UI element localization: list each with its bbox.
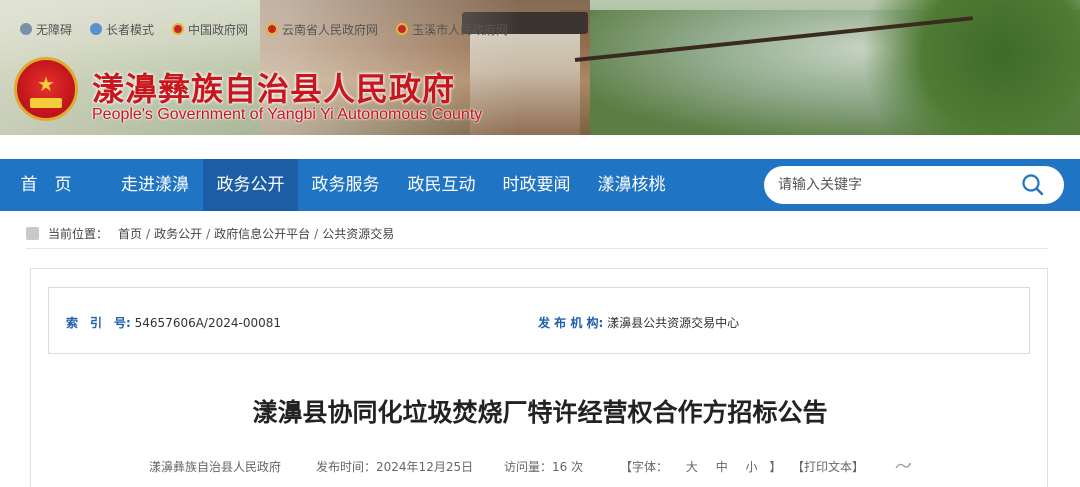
national-emblem-icon [172,23,185,35]
search-box [764,166,1064,204]
gov-link-china[interactable]: 中国政府网 [172,21,248,38]
metadata-box: 索 引 号: 54657606A/2024-00081 发 布 机 构: 漾濞县… [48,287,1030,354]
breadcrumb-resource-trading[interactable]: 公共资源交易 [322,225,394,242]
nav-gov-affairs-open[interactable]: 政务公开 [203,159,298,211]
elder-mode-icon [90,23,103,35]
index-number: 索 引 号: 54657606A/2024-00081 [66,316,282,330]
site-subtitle: People's Government of Yangbi Yi Autonom… [92,106,483,123]
nav-interaction[interactable]: 政民互动 [394,159,489,211]
accessibility-icon [20,23,32,35]
top-links-bar: 无障碍 长者模式 中国政府网 云南省人民政府网 玉溪市人民政府网 [0,18,508,40]
font-size-medium[interactable]: 中 [716,460,728,474]
nav-gov-services[interactable]: 政务服务 [298,159,393,211]
article-source: 漾濞彝族自治县人民政府 [149,460,282,474]
breadcrumb: 当前位置： 首页 / 政务公开 / 政府信息公开平台 / 公共资源交易 [26,219,1048,249]
breadcrumb-gov-affairs[interactable]: 政务公开 [154,225,202,242]
gov-link-city[interactable]: 玉溪市人民政府网 [396,21,508,38]
nav-about-yangbi[interactable]: 走进漾濞 [108,159,202,211]
gov-link-yunnan[interactable]: 云南省人民政府网 [266,21,378,38]
national-emblem-icon [396,23,409,35]
view-count: 访问量：16 次 [504,460,584,474]
publisher: 发 布 机 构: 漾濞县公共资源交易中心 [538,316,740,330]
print-button[interactable]: 【打印文本】 [792,458,864,475]
site-title[interactable]: 漾濞彝族自治县人民政府 [92,64,455,110]
font-size-large[interactable]: 大 [686,460,698,474]
font-size-small[interactable]: 小 [746,460,758,474]
breadcrumb-info-platform[interactable]: 政府信息公开平台 [214,225,310,242]
breadcrumb-home[interactable]: 首页 [118,225,142,242]
share-icon[interactable] [895,459,911,471]
nav-news[interactable]: 时政要闻 [489,159,584,211]
accessibility-link[interactable]: 无障碍 [20,21,72,38]
national-emblem-logo[interactable]: ★ [14,57,78,121]
national-emblem-icon [266,23,279,35]
nav-walnut[interactable]: 漾濞核桃 [584,159,679,211]
article-title: 漾濞县协同化垃圾焚烧厂特许经营权合作方招标公告 [252,398,828,427]
location-icon [26,227,39,240]
nav-home[interactable]: 首 页 [0,159,92,211]
search-icon[interactable] [1020,172,1046,198]
publish-date: 发布时间：2024年12月25日 [316,460,474,474]
elder-mode-link[interactable]: 长者模式 [90,21,154,38]
font-size-controls: 【字体： 大 中 小 】 [620,460,782,474]
search-input[interactable] [778,166,1008,204]
